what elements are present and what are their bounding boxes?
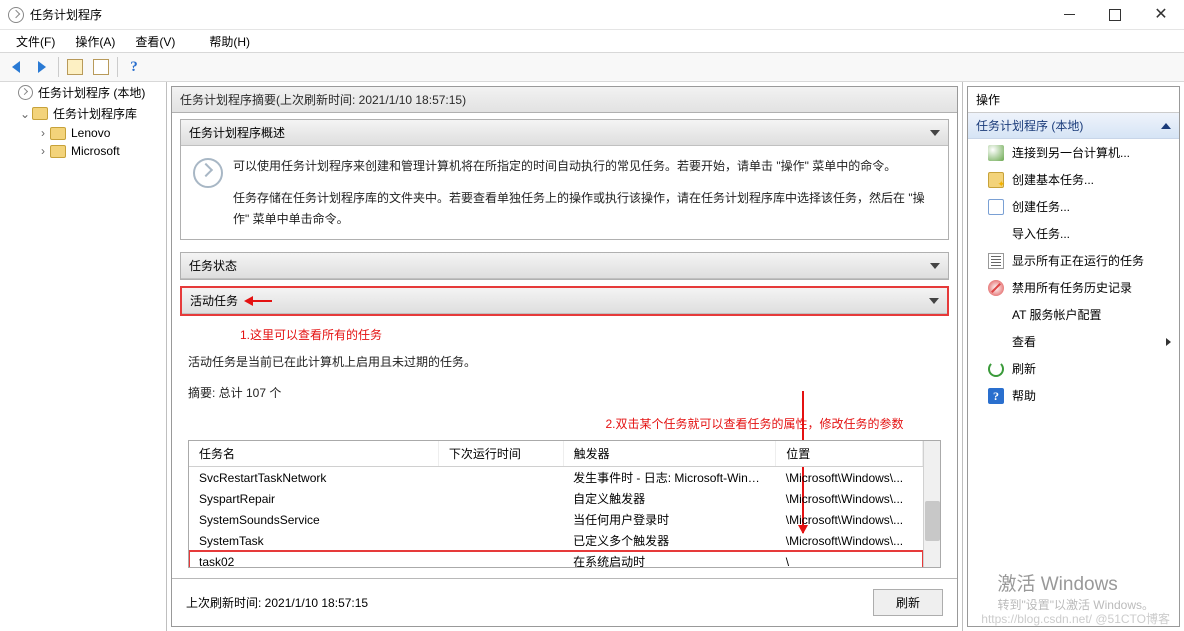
chevron-down-icon bbox=[929, 298, 939, 304]
clock-icon bbox=[193, 158, 223, 188]
table-row[interactable]: task02在系统启动时\ bbox=[189, 551, 923, 568]
create-icon bbox=[988, 199, 1004, 215]
scrollbar[interactable] bbox=[923, 441, 940, 567]
wizard-icon bbox=[988, 172, 1004, 188]
clock-icon bbox=[18, 85, 33, 100]
action-help[interactable]: ?帮助 bbox=[968, 382, 1179, 409]
connect-icon bbox=[988, 145, 1004, 161]
folder-icon bbox=[32, 107, 48, 120]
annotation-arrow-icon bbox=[244, 294, 274, 308]
blank-icon bbox=[988, 226, 1004, 242]
tree-lenovo[interactable]: ›Lenovo bbox=[0, 124, 166, 142]
col-next[interactable]: 下次运行时间 bbox=[438, 441, 563, 467]
toolbar-btn-1[interactable] bbox=[63, 55, 87, 79]
table-row[interactable]: SystemTask已定义多个触发器\Microsoft\Windows\... bbox=[189, 530, 923, 551]
menu-help[interactable]: 帮助(H) bbox=[199, 30, 260, 53]
annotation-2: 2.双击某个任务就可以查看任务的属性，修改任务的参数 bbox=[172, 415, 957, 436]
close-button[interactable]: ✕ bbox=[1138, 0, 1184, 30]
action-import[interactable]: 导入任务... bbox=[968, 220, 1179, 247]
footer-bar: 上次刷新时间: 2021/1/10 18:57:15 刷新 bbox=[172, 578, 957, 626]
folder-icon bbox=[50, 145, 66, 158]
blank-icon bbox=[988, 307, 1004, 323]
overview-text-1: 可以使用任务计划程序来创建和管理计算机将在所指定的时间自动执行的常见任务。若要开… bbox=[233, 156, 936, 176]
action-connect[interactable]: 连接到另一台计算机... bbox=[968, 139, 1179, 166]
last-refresh-label: 上次刷新时间: 2021/1/10 18:57:15 bbox=[186, 594, 368, 611]
action-view[interactable]: 查看 bbox=[968, 328, 1179, 355]
titlebar: 任务计划程序 ✕ bbox=[0, 0, 1184, 30]
tree-library[interactable]: ⌄任务计划程序库 bbox=[0, 103, 166, 124]
action-disable-history[interactable]: 禁用所有任务历史记录 bbox=[968, 274, 1179, 301]
blank-icon bbox=[988, 334, 1004, 350]
menu-action[interactable]: 操作(A) bbox=[65, 30, 125, 53]
window-title: 任务计划程序 bbox=[30, 6, 102, 23]
active-tasks-summary: 摘要: 总计 107 个 bbox=[172, 370, 957, 415]
maximize-button[interactable] bbox=[1092, 0, 1138, 30]
tree-root[interactable]: 任务计划程序 (本地) bbox=[0, 82, 166, 103]
active-tasks-section: 活动任务 bbox=[180, 286, 949, 316]
actions-group-header[interactable]: 任务计划程序 (本地) bbox=[968, 113, 1179, 139]
list-icon bbox=[988, 253, 1004, 269]
overview-text-2: 任务存储在任务计划程序库的文件夹中。若要查看单独任务上的操作或执行该操作，请在任… bbox=[233, 188, 936, 229]
minimize-button[interactable] bbox=[1046, 0, 1092, 30]
chevron-down-icon bbox=[930, 263, 940, 269]
actions-title: 操作 bbox=[968, 87, 1179, 113]
action-create-basic[interactable]: 创建基本任务... bbox=[968, 166, 1179, 193]
app-icon bbox=[8, 7, 24, 23]
table-row[interactable]: SvcRestartTaskNetwork发生事件时 - 日志: Microso… bbox=[189, 467, 923, 489]
refresh-icon bbox=[988, 361, 1004, 377]
col-trigger[interactable]: 触发器 bbox=[563, 441, 776, 467]
menu-view[interactable]: 查看(V) bbox=[125, 30, 185, 53]
active-tasks-header[interactable]: 活动任务 bbox=[182, 288, 947, 314]
menubar: 文件(F) 操作(A) 查看(V) 帮助(H) bbox=[0, 30, 1184, 52]
window-controls: ✕ bbox=[1046, 0, 1184, 30]
action-create[interactable]: 创建任务... bbox=[968, 193, 1179, 220]
menu-file[interactable]: 文件(F) bbox=[6, 30, 65, 53]
status-section: 任务状态 bbox=[180, 252, 949, 280]
action-show-running[interactable]: 显示所有正在运行的任务 bbox=[968, 247, 1179, 274]
help-icon: ? bbox=[988, 388, 1004, 404]
active-tasks-desc: 活动任务是当前已在此计算机上启用且未过期的任务。 bbox=[172, 343, 957, 370]
refresh-button[interactable]: 刷新 bbox=[873, 589, 943, 616]
action-at-config[interactable]: AT 服务帐户配置 bbox=[968, 301, 1179, 328]
toolbar-help-button[interactable]: ? bbox=[122, 55, 146, 79]
table-row[interactable]: SystemSoundsService当任何用户登录时\Microsoft\Wi… bbox=[189, 509, 923, 530]
back-button[interactable] bbox=[4, 55, 28, 79]
toolbar: ? bbox=[0, 52, 1184, 82]
scrollbar-thumb[interactable] bbox=[925, 501, 940, 541]
table-row[interactable]: SyspartRepair自定义触发器\Microsoft\Windows\..… bbox=[189, 488, 923, 509]
toolbar-btn-2[interactable] bbox=[89, 55, 113, 79]
chevron-right-icon bbox=[1166, 338, 1171, 346]
folder-icon bbox=[50, 127, 66, 140]
status-header[interactable]: 任务状态 bbox=[181, 253, 948, 279]
tree-microsoft[interactable]: ›Microsoft bbox=[0, 142, 166, 160]
chevron-down-icon bbox=[930, 130, 940, 136]
overview-header[interactable]: 任务计划程序概述 bbox=[181, 120, 948, 146]
summary-header: 任务计划程序摘要(上次刷新时间: 2021/1/10 18:57:15) bbox=[172, 87, 957, 113]
action-refresh[interactable]: 刷新 bbox=[968, 355, 1179, 382]
tasks-table: 任务名 下次运行时间 触发器 位置 SvcRestartTaskNetwork发… bbox=[188, 440, 941, 568]
chevron-up-icon bbox=[1161, 123, 1171, 129]
col-name[interactable]: 任务名 bbox=[189, 441, 438, 467]
col-location[interactable]: 位置 bbox=[776, 441, 923, 467]
annotation-1: 1.这里可以查看所有的任务 bbox=[240, 326, 957, 343]
nav-tree[interactable]: 任务计划程序 (本地) ⌄任务计划程序库 ›Lenovo ›Microsoft bbox=[0, 82, 167, 631]
overview-section: 任务计划程序概述 可以使用任务计划程序来创建和管理计算机将在所指定的时间自动执行… bbox=[180, 119, 949, 240]
actions-panel: 操作 任务计划程序 (本地) 连接到另一台计算机... 创建基本任务... 创建… bbox=[962, 82, 1184, 631]
forward-button[interactable] bbox=[30, 55, 54, 79]
disable-icon bbox=[988, 280, 1004, 296]
